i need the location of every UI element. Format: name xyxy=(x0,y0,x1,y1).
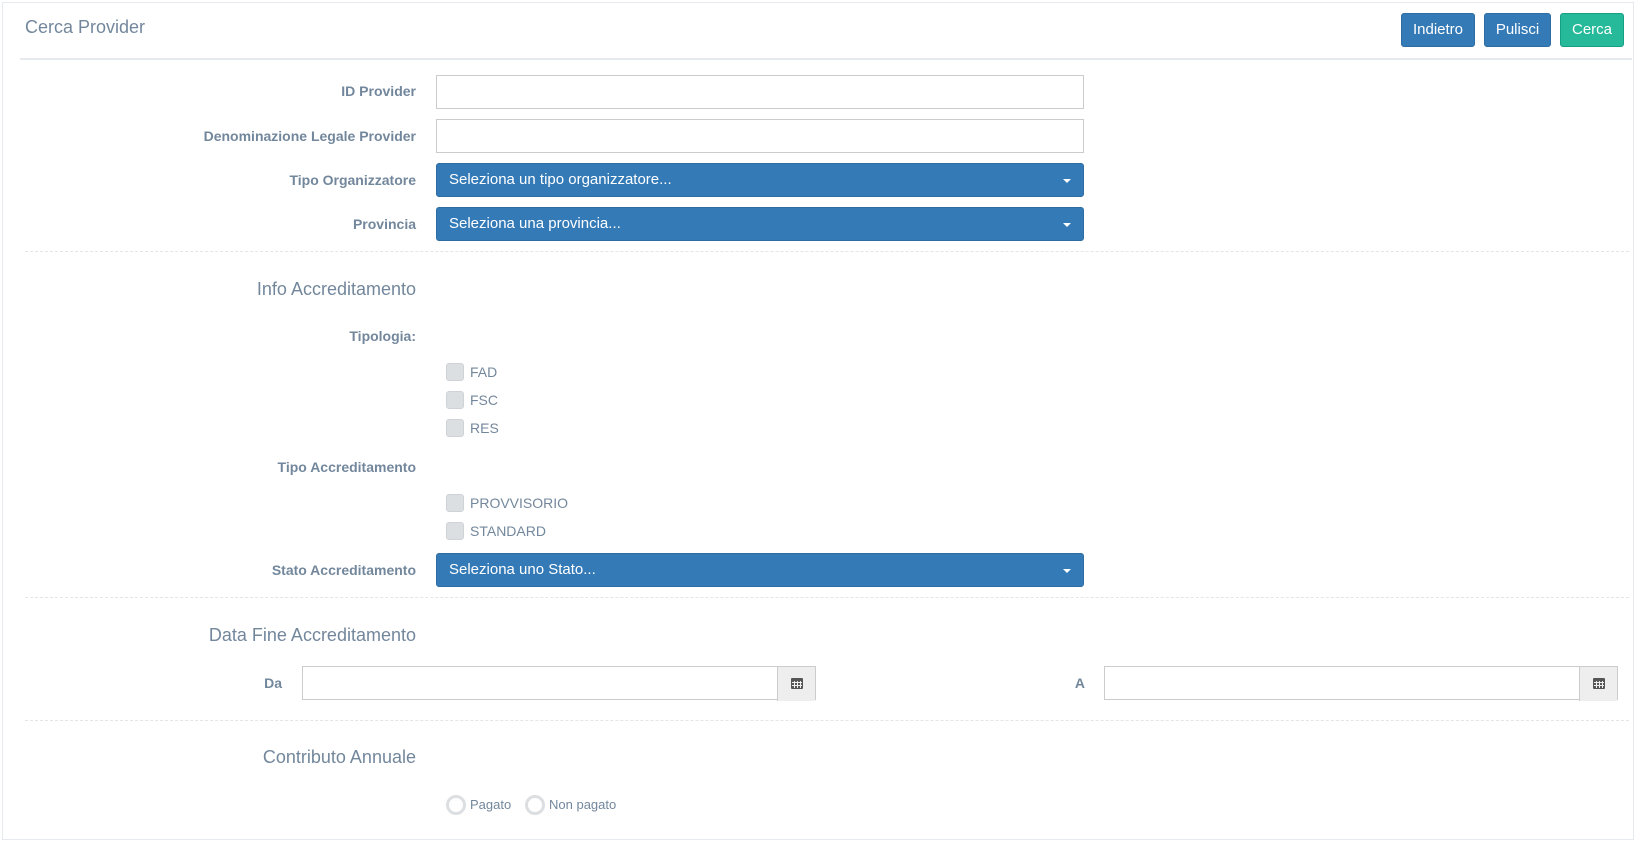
checkbox-box[interactable] xyxy=(446,391,464,409)
checkbox-label: FAD xyxy=(470,364,498,380)
calendar-button[interactable] xyxy=(1579,667,1617,701)
tipo-accreditamento-label: Tipo Accreditamento xyxy=(277,459,416,475)
back-button[interactable]: Indietro xyxy=(1401,13,1475,47)
title-divider xyxy=(20,58,1632,60)
tipo-organizzatore-value: Seleziona un tipo organizzatore... xyxy=(449,171,672,188)
date-from-field[interactable] xyxy=(302,666,816,701)
radio-label: Pagato xyxy=(470,797,512,812)
contributo-title: Contributo Annuale xyxy=(262,747,416,767)
calendar-icon xyxy=(791,678,803,689)
page-title: Cerca Provider xyxy=(25,17,146,37)
calendar-icon xyxy=(1593,678,1605,689)
stato-accreditamento-select[interactable]: Seleziona uno Stato... xyxy=(436,553,1084,587)
denominazione-label: Denominazione Legale Provider xyxy=(203,128,416,144)
section-divider xyxy=(25,597,1629,598)
clear-button[interactable]: Pulisci xyxy=(1484,13,1551,47)
calendar-button[interactable] xyxy=(777,667,815,701)
section-divider xyxy=(25,251,1629,252)
checkbox-label: STANDARD xyxy=(470,523,546,539)
search-button[interactable]: Cerca xyxy=(1560,13,1624,47)
tipo-organizzatore-label: Tipo Organizzatore xyxy=(289,172,416,188)
chevron-down-icon xyxy=(1063,223,1071,227)
denominazione-input[interactable] xyxy=(436,119,1084,153)
id-provider-input[interactable] xyxy=(436,75,1084,109)
radio-button[interactable] xyxy=(525,795,545,815)
section-divider xyxy=(25,720,1629,721)
info-accreditamento-title: Info Accreditamento xyxy=(256,279,416,299)
provincia-label: Provincia xyxy=(352,216,416,232)
checkbox-label: RES xyxy=(470,420,499,436)
date-to-input[interactable] xyxy=(1105,667,1583,701)
radio-label: Non pagato xyxy=(549,797,617,812)
checkbox-box[interactable] xyxy=(446,522,464,540)
chevron-down-icon xyxy=(1063,569,1071,573)
checkbox-label: FSC xyxy=(470,392,498,408)
date-from-input[interactable] xyxy=(303,667,781,701)
id-provider-label: ID Provider xyxy=(341,83,416,99)
date-to-field[interactable] xyxy=(1104,666,1618,701)
checkbox-box[interactable] xyxy=(446,363,464,381)
date-from-label: Da xyxy=(264,675,282,691)
date-to-label: A xyxy=(1074,675,1085,691)
stato-accreditamento-label: Stato Accreditamento xyxy=(271,562,416,578)
provincia-select[interactable]: Seleziona una provincia... xyxy=(436,207,1084,241)
data-fine-title: Data Fine Accreditamento xyxy=(208,625,416,645)
checkbox-box[interactable] xyxy=(446,419,464,437)
radio-button[interactable] xyxy=(446,795,466,815)
stato-accreditamento-value: Seleziona uno Stato... xyxy=(449,561,596,578)
provincia-value: Seleziona una provincia... xyxy=(449,215,621,232)
checkbox-box[interactable] xyxy=(446,494,464,512)
tipo-organizzatore-select[interactable]: Seleziona un tipo organizzatore... xyxy=(436,163,1084,197)
checkbox-label: PROVVISORIO xyxy=(470,495,569,511)
tipologia-label: Tipologia: xyxy=(349,328,416,344)
chevron-down-icon xyxy=(1063,179,1071,183)
